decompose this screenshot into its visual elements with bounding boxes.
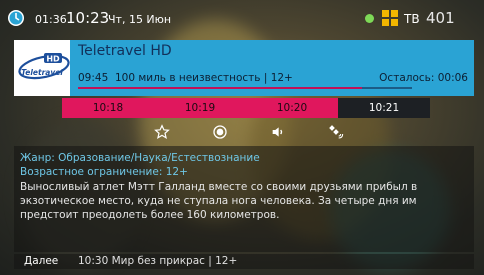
action-buttons	[14, 120, 474, 144]
program-description-area: Жанр: Образование/Наука/Естествознание В…	[14, 146, 474, 252]
program-start-time: 09:45	[78, 72, 109, 84]
record-icon[interactable]	[210, 122, 230, 142]
program-description: Выносливый атлет Мэтт Галланд вместе со …	[20, 181, 418, 221]
satellite-icon[interactable]	[326, 122, 346, 142]
timeline-slot[interactable]: 10:20	[246, 98, 338, 118]
timeline-slot[interactable]: 10:21	[338, 98, 430, 118]
star-icon[interactable]	[152, 122, 172, 142]
source-label: ТВ	[404, 12, 420, 26]
svg-text:HD: HD	[46, 55, 60, 64]
top-status-bar: 01:36 10:23 Чт, 15 Июн ТВ 401	[0, 0, 484, 38]
next-label: Далее	[24, 255, 59, 267]
volume-icon[interactable]	[268, 122, 288, 142]
program-progress-fill	[78, 87, 362, 89]
program-card: HD Teletravel Teletravel HD 09:45 100 ми…	[14, 40, 474, 96]
signal-status-icon	[365, 14, 374, 23]
age-rating-text: Возрастное ограничение: 12+	[20, 166, 188, 178]
program-info-panel: HD Teletravel Teletravel HD 09:45 100 ми…	[14, 40, 474, 269]
current-time: 10:23	[66, 9, 110, 27]
channel-name: Teletravel HD	[78, 43, 172, 59]
program-title: 100 миль в неизвестность | 12+	[114, 72, 293, 84]
timeline-bar: 10:18 10:19 10:20 10:21	[62, 98, 474, 118]
program-progress-bar	[78, 87, 412, 89]
next-program: 10:30 Мир без прикрас | 12+	[78, 255, 238, 267]
clock-icon	[6, 8, 26, 28]
elapsed-time: 01:36	[35, 13, 67, 26]
time-remaining: Осталось: 00:06	[379, 72, 468, 84]
next-program-bar: Далее 10:30 Мир без прикрас | 12+	[14, 254, 474, 269]
channel-number: 401	[426, 9, 455, 27]
apps-grid-icon[interactable]	[382, 10, 398, 26]
svg-text:Teletravel: Teletravel	[21, 68, 63, 77]
current-date: Чт, 15 Июн	[108, 13, 172, 26]
current-program: 09:45 100 миль в неизвестность | 12+	[78, 72, 293, 84]
timeline-slot[interactable]: 10:18	[62, 98, 154, 118]
genre-text: Жанр: Образование/Наука/Естествознание	[20, 152, 260, 164]
channel-logo: HD Teletravel	[14, 40, 70, 96]
timeline-slot[interactable]: 10:19	[154, 98, 246, 118]
